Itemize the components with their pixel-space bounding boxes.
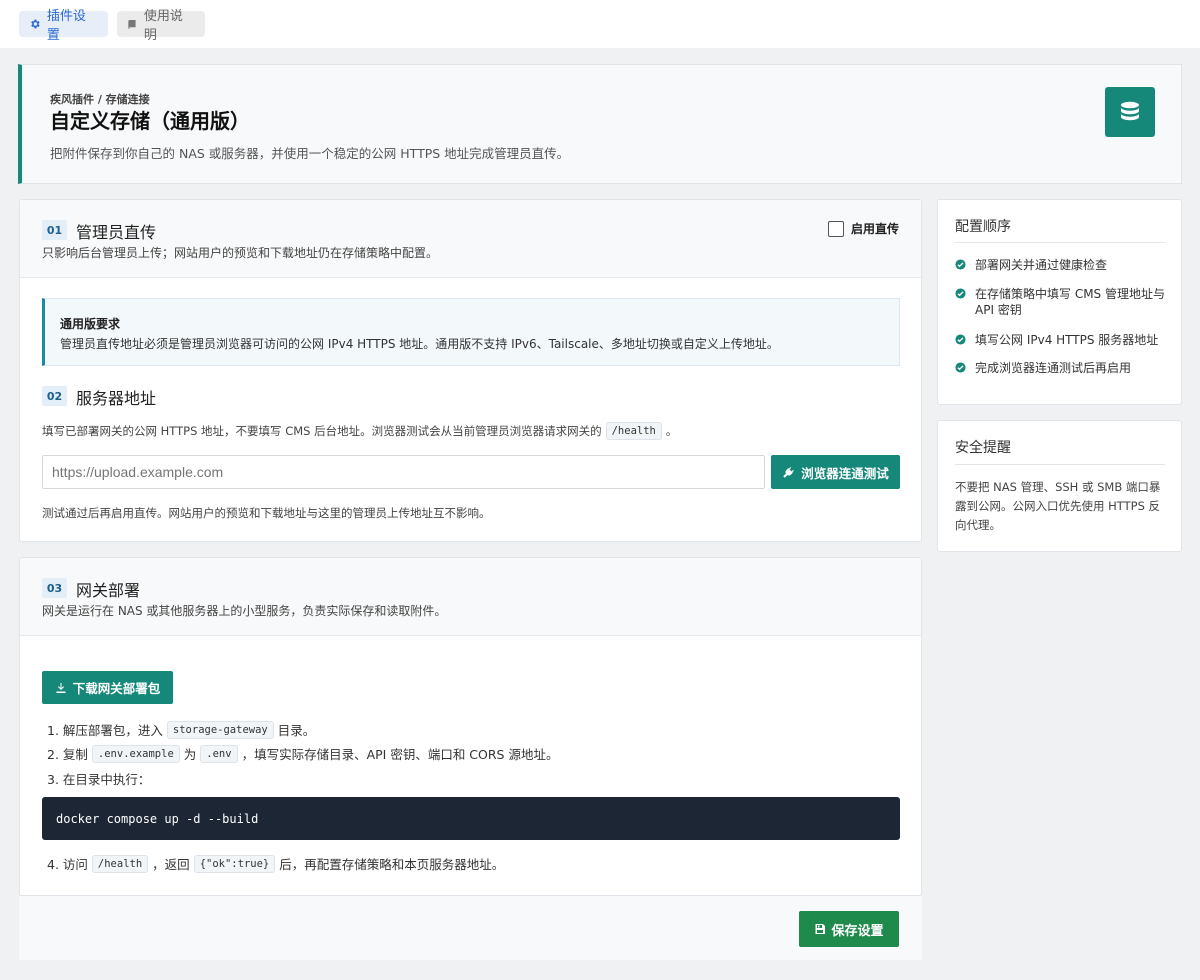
step-code: storage-gateway xyxy=(166,720,274,739)
section-number: 03 xyxy=(42,578,67,598)
server-address-hint: 填写已部署网关的公网 HTTPS 地址，不要填写 CMS 后台地址。浏览器测试会… xyxy=(42,422,677,440)
direct-upload-card: 01 管理员直传 只影响后台管理员上传；网站用户的预览和下载地址仍在存储策略中配… xyxy=(19,199,922,542)
section-number: 01 xyxy=(42,220,67,240)
step-code: /health xyxy=(91,854,149,873)
tab-plugin-settings-label: 插件设置 xyxy=(46,9,86,43)
section-subtitle: 网关是运行在 NAS 或其他服务器上的小型服务，负责实际保存和读取附件。 xyxy=(42,604,447,618)
section-title: 服务器地址 xyxy=(76,389,157,408)
page-header: 疾风插件 / 存储连接 自定义存储（通用版） 把附件保存到你自己的 NAS 或服… xyxy=(18,64,1182,184)
step-text: 后，再配置存储策略和本页服务器地址。 xyxy=(279,857,505,872)
step-code: .env xyxy=(200,744,238,763)
config-order-title: 配置顺序 xyxy=(955,219,1011,235)
step-text: 4. 访问 xyxy=(47,857,88,872)
notice-title: 通用版要求 xyxy=(60,317,121,331)
safety-text: 不要把 NAS 管理、SSH 或 SMB 端口暴露到公网。公网入口优先使用 HT… xyxy=(955,480,1161,532)
enable-direct-upload-checkbox[interactable] xyxy=(828,220,844,237)
download-button-label: 下载网关部署包 xyxy=(72,681,161,696)
section-01-header: 01 管理员直传 只影响后台管理员上传；网站用户的预览和下载地址仍在存储策略中配… xyxy=(20,200,921,278)
notice-text: 管理员直传地址必须是管理员浏览器可访问的公网 IPv4 HTTPS 地址。通用版… xyxy=(60,337,779,351)
config-step-text: 完成浏览器连通测试后再启用 xyxy=(975,361,1132,375)
section-subtitle: 只影响后台管理员上传；网站用户的预览和下载地址仍在存储策略中配置。 xyxy=(42,246,439,260)
check-circle-icon xyxy=(955,288,966,299)
page-description: 把附件保存到你自己的 NAS 或服务器，并使用一个稳定的公网 HTTPS 地址完… xyxy=(50,146,570,161)
tab-usage-guide-label: 使用说明 xyxy=(143,9,183,43)
config-step-item: 部署网关并通过健康检查 xyxy=(955,257,1170,273)
step-text: 1. 解压部署包，进入 xyxy=(47,723,163,738)
divider xyxy=(955,464,1165,465)
config-step-text: 在存储策略中填写 CMS 管理地址与 API 密钥 xyxy=(975,287,1165,317)
deploy-step-1: 1. 解压部署包，进入 storage-gateway 目录。 xyxy=(47,720,315,739)
check-circle-icon xyxy=(955,334,966,345)
section-03-header: 03 网关部署 网关是运行在 NAS 或其他服务器上的小型服务，负责实际保存和读… xyxy=(20,558,921,636)
step-code: .env.example xyxy=(91,744,180,763)
footer-actions: 保存设置 xyxy=(19,896,922,960)
tab-plugin-settings[interactable]: 插件设置 xyxy=(19,9,108,43)
enable-direct-upload-toggle[interactable]: 启用直传 xyxy=(828,220,899,237)
enable-direct-upload-label: 启用直传 xyxy=(851,222,900,236)
download-icon xyxy=(56,682,66,693)
gateway-deploy-card: 03 网关部署 网关是运行在 NAS 或其他服务器上的小型服务，负责实际保存和读… xyxy=(19,557,922,896)
deploy-step-3: 3. 在目录中执行： xyxy=(47,772,151,787)
book-icon xyxy=(128,19,136,29)
check-circle-icon xyxy=(955,362,966,373)
hint-text: 。 xyxy=(665,424,678,438)
health-path-code: /health xyxy=(605,422,662,440)
requirement-notice: 通用版要求 管理员直传地址必须是管理员浏览器可访问的公网 IPv4 HTTPS … xyxy=(42,298,900,366)
step-text: 为 xyxy=(183,747,197,762)
test-footnote: 测试通过后再启用直传。网站用户的预览和下载地址与这里的管理员上传地址互不影响。 xyxy=(42,506,491,520)
tab-usage-guide[interactable]: 使用说明 xyxy=(117,9,205,43)
test-button-label: 浏览器连通测试 xyxy=(801,465,889,481)
top-tab-bar: 插件设置 使用说明 xyxy=(0,0,1200,48)
divider xyxy=(955,242,1165,243)
deploy-step-4: 4. 访问 /health ，返回 {"ok":true} 后，再配置存储策略和… xyxy=(47,854,504,873)
save-button-label: 保存设置 xyxy=(831,923,884,939)
plug-icon xyxy=(783,466,795,478)
safety-tips-panel: 安全提醒 不要把 NAS 管理、SSH 或 SMB 端口暴露到公网。公网入口优先… xyxy=(937,420,1182,552)
step-text: 目录。 xyxy=(277,723,316,738)
section-title: 管理员直传 xyxy=(76,223,157,242)
config-step-item: 完成浏览器连通测试后再启用 xyxy=(955,360,1170,376)
save-settings-button[interactable]: 保存设置 xyxy=(799,911,899,947)
hint-text: 填写已部署网关的公网 HTTPS 地址，不要填写 CMS 后台地址。浏览器测试会… xyxy=(42,424,602,438)
config-step-text: 部署网关并通过健康检查 xyxy=(975,258,1108,272)
config-step-text: 填写公网 IPv4 HTTPS 服务器地址 xyxy=(975,333,1159,347)
deploy-step-2: 2. 复制 .env.example 为 .env ，填写实际存储目录、API … xyxy=(47,744,558,763)
step-text: ，填写实际存储目录、API 密钥、端口和 CORS 源地址。 xyxy=(241,747,559,762)
check-circle-icon xyxy=(955,259,966,270)
step-text: ，返回 xyxy=(152,857,190,872)
config-step-item: 在存储策略中填写 CMS 管理地址与 API 密钥 xyxy=(955,286,1170,318)
download-gateway-package-button[interactable]: 下载网关部署包 xyxy=(42,671,173,704)
safety-title: 安全提醒 xyxy=(955,440,1011,456)
database-icon xyxy=(1121,101,1139,121)
save-icon xyxy=(815,924,826,934)
config-step-item: 填写公网 IPv4 HTTPS 服务器地址 xyxy=(955,332,1170,348)
config-order-panel: 配置顺序 部署网关并通过健康检查 在存储策略中填写 CMS 管理地址与 API … xyxy=(937,199,1182,405)
step-text: 2. 复制 xyxy=(47,747,88,762)
step-code: {"ok":true} xyxy=(193,854,276,873)
storage-badge xyxy=(1105,87,1155,137)
browser-connectivity-test-button[interactable]: 浏览器连通测试 xyxy=(771,455,900,489)
server-url-input[interactable] xyxy=(42,455,765,489)
command-block[interactable]: docker compose up -d --build xyxy=(42,797,900,840)
page-title: 自定义存储（通用版） xyxy=(50,109,250,133)
gear-icon xyxy=(31,19,40,29)
section-title: 网关部署 xyxy=(76,581,141,600)
section-number: 02 xyxy=(42,386,67,406)
